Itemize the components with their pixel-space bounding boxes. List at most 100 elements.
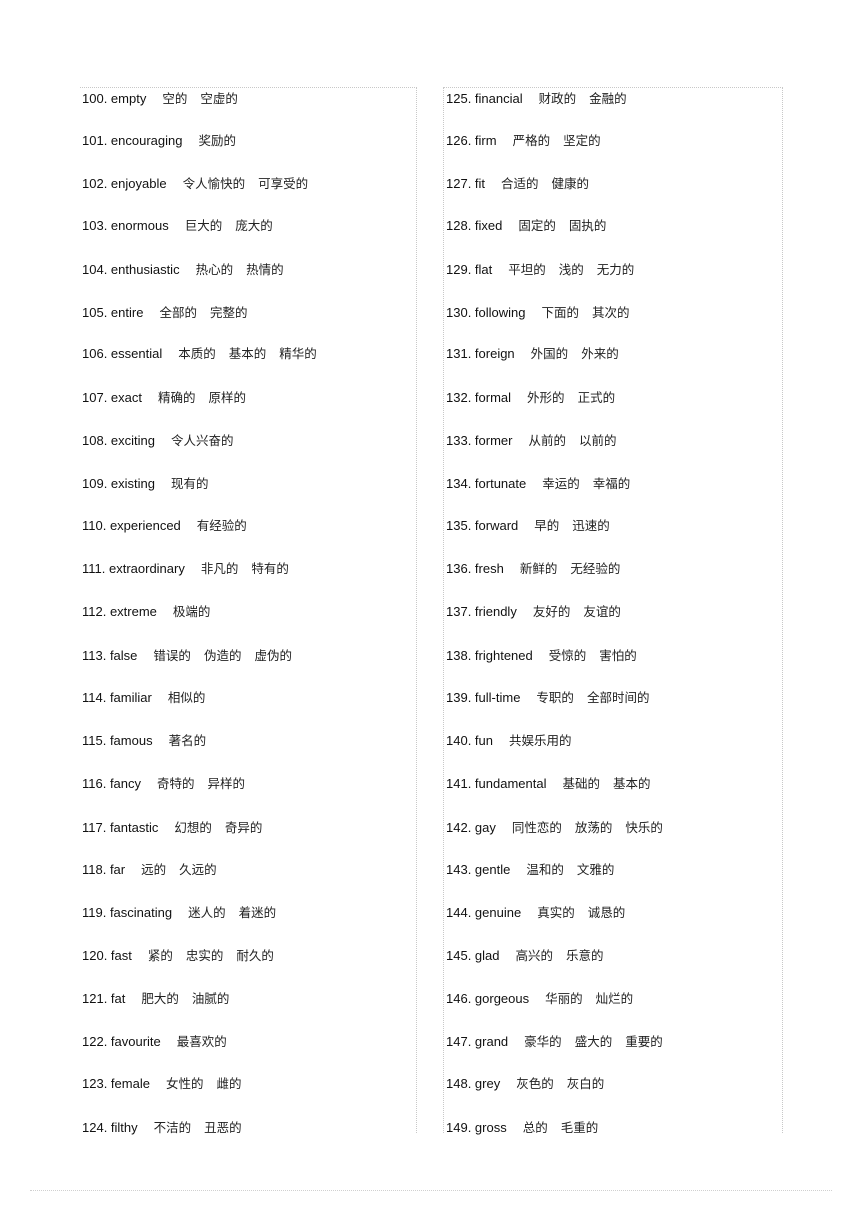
vocabulary-entry: 103. enormous 巨大的 庞大的 [82, 218, 273, 234]
entry-meaning: 幸运的 [542, 476, 580, 491]
entry-meaning: 奖励的 [198, 133, 236, 148]
entry-meaning: 豪华的 [524, 1034, 562, 1049]
entry-meaning: 基本的 [612, 776, 651, 791]
entry-meaning: 紧的 [147, 948, 173, 963]
entry-meaning: 非凡的 [200, 561, 239, 576]
entry-meaning: 外形的 [527, 390, 565, 405]
entry-meaning: 重要的 [625, 1034, 663, 1049]
entry-meaning: 原样的 [208, 390, 247, 405]
entry-meaning: 早的 [534, 518, 560, 533]
vocabulary-entry: 100. empty 空的 空虚的 [82, 91, 238, 107]
vocabulary-entry: 104. enthusiastic 热心的 热情的 [82, 262, 284, 278]
entry-meaning: 奇特的 [157, 776, 195, 791]
entry-word: 113. false [82, 648, 138, 663]
vocabulary-entry: 117. fantastic 幻想的 奇异的 [82, 820, 262, 836]
entry-word: 132. formal [446, 390, 512, 405]
vocabulary-entry: 118. far 远的 久远的 [82, 862, 217, 878]
entry-meaning: 幻想的 [174, 820, 212, 835]
entry-meaning: 其次的 [592, 305, 630, 320]
vocabulary-entry: 127. fit 合适的 健康的 [446, 176, 589, 192]
vocabulary-entry: 106. essential 本质的 基本的 精华的 [82, 346, 317, 362]
entry-meaning: 迅速的 [572, 518, 610, 533]
entry-meaning: 忠实的 [185, 948, 224, 963]
entry-meaning: 健康的 [551, 176, 590, 191]
vocabulary-entry: 134. fortunate 幸运的 幸福的 [446, 476, 630, 492]
entry-meaning: 同性恋的 [511, 820, 562, 835]
entry-word: 106. essential [82, 346, 163, 361]
entry-word: 129. flat [446, 262, 493, 277]
entry-word: 139. full-time [446, 690, 521, 705]
vocabulary-entry: 120. fast 紧的 忠实的 耐久的 [82, 948, 274, 964]
entry-word: 123. female [82, 1076, 150, 1091]
vocabulary-entry: 138. frightened 受惊的 害怕的 [446, 648, 637, 664]
entry-meaning: 热心的 [195, 262, 234, 277]
entry-meaning: 友谊的 [583, 604, 621, 619]
vocabulary-column-left: 100. empty 空的 空虚的 101. encouraging 奖励的 102. e… [80, 87, 417, 1136]
entry-word: 137. friendly [446, 604, 517, 619]
entry-word: 112. extreme [82, 604, 157, 619]
vocabulary-entry: 101. encouraging 奖励的 [82, 133, 236, 149]
entry-word: 117. fantastic [82, 820, 159, 835]
entry-meaning: 外国的 [530, 346, 569, 361]
entry-meaning: 基本的 [228, 346, 267, 361]
entry-meaning: 相似的 [167, 690, 206, 705]
entry-meaning: 温和的 [526, 862, 564, 877]
entry-word: 142. gay [446, 820, 496, 835]
entry-meaning: 受惊的 [548, 648, 587, 663]
entry-meaning: 肥大的 [141, 991, 179, 1006]
entry-word: 147. grand [446, 1034, 509, 1049]
entry-meaning: 最喜欢的 [176, 1034, 227, 1049]
vocabulary-entry: 146. gorgeous 华丽的 灿烂的 [446, 991, 633, 1007]
vocabulary-entry: 111. extraordinary 非凡的 特有的 [82, 561, 289, 577]
entry-meaning: 真实的 [537, 905, 575, 920]
entry-meaning: 错误的 [153, 648, 191, 663]
entry-word: 105. entire [82, 305, 144, 320]
entry-meaning: 新鲜的 [519, 561, 558, 576]
entry-meaning: 雌的 [216, 1076, 242, 1091]
vocabulary-entry: 124. filthy 不洁的 丑恶的 [82, 1120, 242, 1136]
entry-meaning: 固执的 [568, 218, 607, 233]
entry-word: 100. empty [82, 91, 147, 106]
vocabulary-entry: 145. glad 高兴的 乐意的 [446, 948, 604, 964]
entry-meaning: 可享受的 [258, 176, 309, 191]
entry-meaning: 坚定的 [563, 133, 601, 148]
entry-meaning: 精华的 [279, 346, 317, 361]
entry-meaning: 乐意的 [566, 948, 604, 963]
vocabulary-entry: 122. favourite 最喜欢的 [82, 1034, 227, 1050]
entry-word: 111. extraordinary [82, 561, 185, 576]
entry-meaning: 无力的 [596, 262, 635, 277]
entry-word: 101. encouraging [82, 133, 183, 148]
entry-word: 130. following [446, 305, 526, 320]
entry-word: 109. existing [82, 476, 155, 491]
vocabulary-entry: 135. forward 早的 迅速的 [446, 518, 610, 534]
entry-meaning: 友好的 [532, 604, 571, 619]
vocabulary-entry: 141. fundamental 基础的 基本的 [446, 776, 651, 792]
entry-meaning: 现有的 [171, 476, 209, 491]
vocabulary-entry: 107. exact 精确的 原样的 [82, 390, 246, 406]
entry-word: 118. far [82, 862, 126, 877]
vocabulary-entry: 121. fat 肥大的 油腻的 [82, 991, 229, 1007]
vocabulary-entry: 109. existing 现有的 [82, 476, 209, 492]
entry-meaning: 无经验的 [570, 561, 621, 576]
vocabulary-entry: 140. fun 共娱乐用的 [446, 733, 572, 749]
entry-meaning: 外来的 [581, 346, 619, 361]
entry-word: 140. fun [446, 733, 493, 748]
vocabulary-entry: 110. experienced 有经验的 [82, 518, 247, 534]
vocabulary-entry: 108. exciting 令人兴奋的 [82, 433, 234, 449]
entry-meaning: 完整的 [209, 305, 248, 320]
entry-meaning: 高兴的 [515, 948, 554, 963]
entry-meaning: 基础的 [562, 776, 600, 791]
vocabulary-entry: 105. entire 全部的 完整的 [82, 305, 247, 321]
entry-meaning: 空虚的 [200, 91, 238, 106]
vocabulary-entry: 102. enjoyable 令人愉快的 可享受的 [82, 176, 308, 192]
vocabulary-entry: 128. fixed 固定的 固执的 [446, 218, 606, 234]
entry-meaning: 放荡的 [574, 820, 613, 835]
entry-meaning: 专职的 [536, 690, 574, 705]
entry-word: 103. enormous [82, 218, 169, 233]
entry-word: 110. experienced [82, 518, 181, 533]
entry-word: 134. fortunate [446, 476, 527, 491]
vocabulary-entry: 144. genuine 真实的 诚恳的 [446, 905, 625, 921]
vocabulary-entry: 147. grand 豪华的 盛大的 重要的 [446, 1034, 663, 1050]
entry-word: 121. fat [82, 991, 126, 1006]
entry-meaning: 盛大的 [574, 1034, 613, 1049]
